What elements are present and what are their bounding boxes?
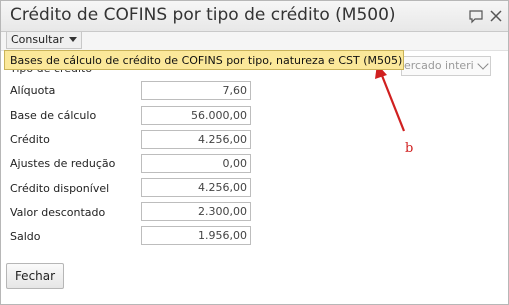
close-icon[interactable] xyxy=(488,8,504,24)
toolbar: Consultar xyxy=(1,32,508,51)
field-label-ajustes-reducao: Ajustes de redução xyxy=(10,157,116,170)
valor-descontado-field[interactable]: 2.300,00 xyxy=(141,202,251,221)
title-bar: Crédito de COFINS por tipo de crédito (M… xyxy=(1,1,508,32)
field-label-credito-disponivel: Crédito disponível xyxy=(10,182,110,195)
window-title: Crédito de COFINS por tipo de crédito (M… xyxy=(10,5,396,25)
aliquota-field[interactable]: 7,60 xyxy=(141,81,251,100)
consultar-label: Consultar xyxy=(11,33,64,46)
fechar-button[interactable]: Fechar xyxy=(6,263,64,289)
comment-icon[interactable] xyxy=(468,8,484,24)
consultar-menu-button[interactable]: Consultar xyxy=(6,32,82,49)
annotation-letter: b xyxy=(405,141,414,156)
chevron-down-icon xyxy=(68,36,77,42)
select-value: ercado interi xyxy=(404,59,474,72)
dialog-window: Crédito de COFINS por tipo de crédito (M… xyxy=(0,0,509,305)
saldo-field[interactable]: 1.956,00 xyxy=(141,226,251,245)
ajustes-reducao-field[interactable]: 0,00 xyxy=(141,154,251,173)
field-label-aliquota: Alíquota xyxy=(10,84,56,97)
credito-field[interactable]: 4.256,00 xyxy=(141,130,251,149)
field-label-base-calculo: Base de cálculo xyxy=(10,109,97,122)
menu-item-m505[interactable]: Bases de cálculo de crédito de COFINS po… xyxy=(4,50,404,70)
base-calculo-field[interactable]: 56.000,00 xyxy=(141,106,251,125)
tipo-credito-select[interactable]: ercado interi xyxy=(401,56,491,76)
field-label-valor-descontado: Valor descontado xyxy=(10,206,106,219)
field-label-credito: Crédito xyxy=(10,133,50,146)
credito-disponivel-field[interactable]: 4.256,00 xyxy=(141,178,251,197)
field-label-saldo: Saldo xyxy=(10,230,41,243)
arrow-annotation xyxy=(375,64,406,132)
